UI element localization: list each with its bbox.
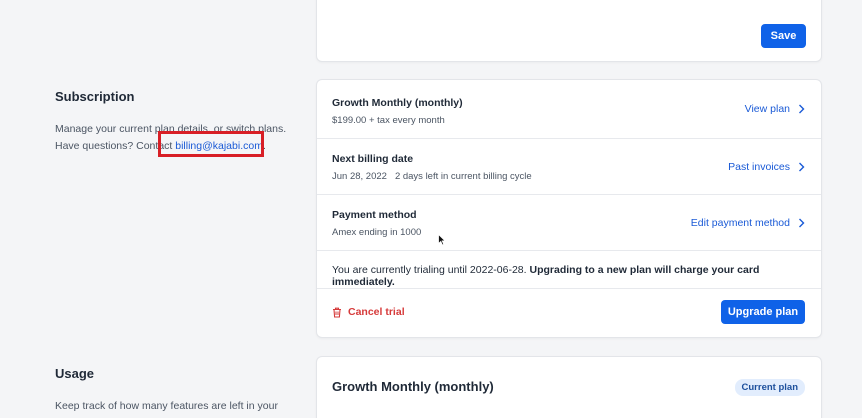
cancel-trial-button[interactable]: Cancel trial	[332, 306, 405, 318]
billing-days-left: 2 days left in current billing cycle	[394, 171, 532, 182]
billing-date: Jun 28, 2022	[332, 171, 387, 182]
trash-icon	[333, 307, 341, 318]
highlight-box	[158, 131, 264, 157]
billing-info: Jun 28, 2022 2 days left in current billi…	[332, 171, 806, 182]
mouse-cursor-icon	[438, 234, 446, 246]
profile-settings-card: Save	[316, 0, 822, 62]
edit-payment-link[interactable]: Edit payment method	[691, 217, 805, 229]
view-plan-label: View plan	[744, 103, 790, 115]
usage-plan-title: Growth Monthly (monthly)	[332, 379, 494, 394]
trial-notice: You are currently trialing until 2022-06…	[332, 264, 806, 288]
past-invoices-link[interactable]: Past invoices	[728, 161, 805, 173]
subscription-heading: Subscription	[55, 89, 135, 104]
current-plan-badge: Current plan	[734, 379, 805, 396]
cancel-trial-label: Cancel trial	[348, 306, 405, 318]
trial-text: You are currently trialing until 2022-06…	[332, 264, 530, 276]
save-button[interactable]: Save	[761, 24, 806, 48]
payment-card: Amex ending in 1000	[332, 227, 422, 238]
view-plan-link[interactable]: View plan	[745, 103, 805, 115]
trial-row: You are currently trialing until 2022-06…	[317, 251, 821, 289]
payment-row: Payment method Amex ending in 1000 Edit …	[317, 195, 821, 251]
usage-heading: Usage	[55, 366, 95, 381]
past-invoices-label: Past invoices	[728, 160, 790, 173]
subscription-card: Growth Monthly (monthly) $199.00 + tax e…	[316, 79, 822, 338]
chevron-right-icon	[799, 162, 805, 171]
plan-name: Growth Monthly (monthly)	[332, 97, 463, 109]
billing-row: Next billing date Jun 28, 2022 2 days lef…	[317, 139, 821, 195]
upgrade-plan-button[interactable]: Upgrade plan	[721, 300, 805, 324]
chevron-right-icon	[799, 218, 805, 227]
usage-card: Growth Monthly (monthly) Current plan	[316, 356, 822, 418]
plan-row: Growth Monthly (monthly) $199.00 + tax e…	[317, 80, 821, 139]
usage-description: Keep track of how many features are left…	[55, 400, 278, 412]
chevron-right-icon	[799, 104, 805, 114]
plan-price: $199.00 + tax every month	[332, 115, 445, 126]
edit-payment-label: Edit payment method	[690, 216, 790, 229]
